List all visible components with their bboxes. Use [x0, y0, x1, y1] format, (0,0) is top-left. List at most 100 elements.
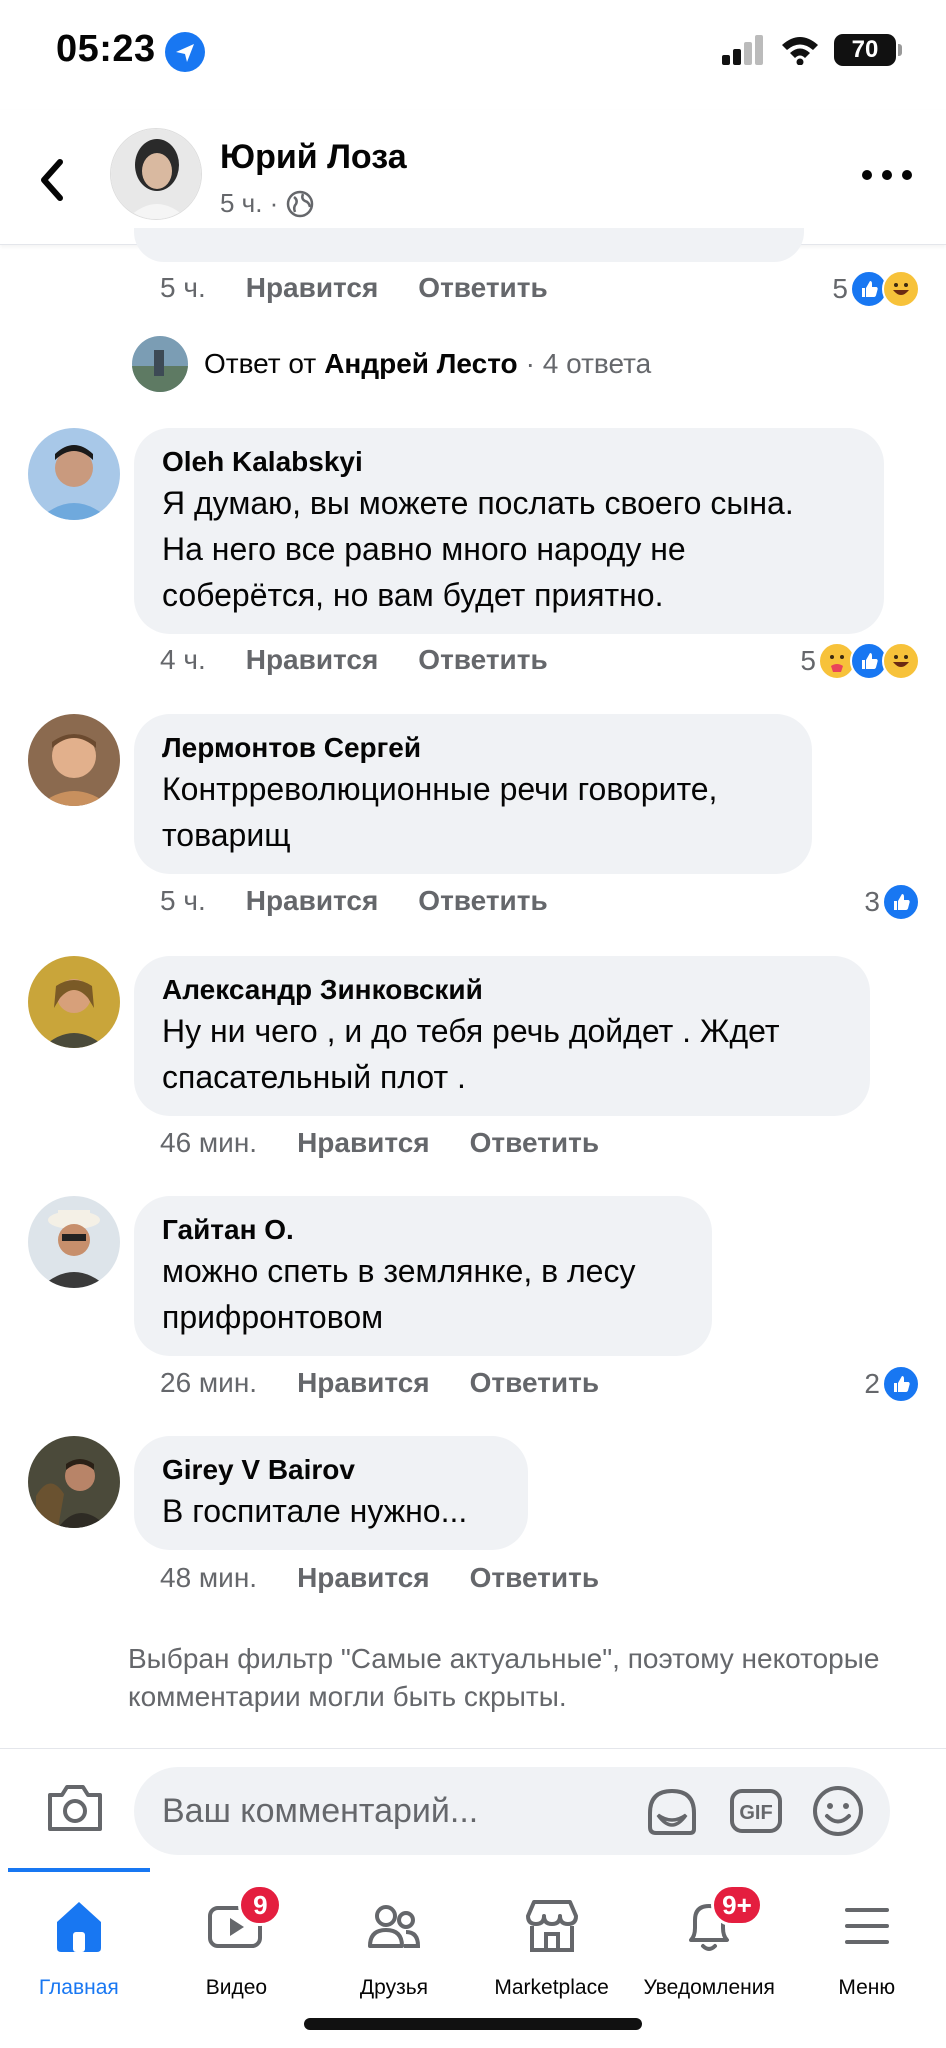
- reactions-summary[interactable]: 2: [864, 1365, 920, 1403]
- author-name[interactable]: Юрий Лоза: [220, 138, 407, 177]
- reactions-summary[interactable]: 3: [864, 883, 920, 921]
- video-badge: 9: [238, 1884, 283, 1926]
- comment-time: 5 ч.: [160, 272, 206, 303]
- comment-bubble: Гайтан О. можно спеть в землянке, в лесу…: [134, 1196, 712, 1356]
- status-time: 05:23: [56, 28, 156, 70]
- like-button[interactable]: Нравится: [246, 644, 379, 676]
- comment-time: 5 ч.: [160, 885, 206, 916]
- nav-video[interactable]: 9 Видео: [158, 1872, 316, 2048]
- comment-text: Ну ни чего , и до тебя речь дойдет . Жде…: [162, 1013, 780, 1095]
- comment-bubble: Oleh Kalabskyi Я думаю, вы можете послат…: [134, 428, 884, 634]
- comment-text: В госпитале нужно...: [162, 1493, 468, 1529]
- post-time: 5 ч. ·: [220, 188, 279, 218]
- comment-author[interactable]: Гайтан О.: [162, 1212, 684, 1248]
- comment-text: Я думаю, вы можете послать своего сына. …: [162, 485, 794, 613]
- video-icon: 9: [204, 1884, 283, 1958]
- reaction-count: 2: [864, 1368, 880, 1399]
- commenter-avatar[interactable]: [28, 428, 120, 520]
- reactions-summary[interactable]: 5: [832, 270, 920, 308]
- gif-button[interactable]: GIF: [728, 1783, 784, 1839]
- reaction-count: 3: [864, 886, 880, 917]
- comment-author[interactable]: Александр Зинковский: [162, 972, 842, 1008]
- comment-author[interactable]: Girey V Bairov: [162, 1452, 500, 1488]
- haha-reaction-icon: [882, 270, 920, 308]
- more-options-button[interactable]: [862, 160, 912, 190]
- like-reaction-icon: [882, 1365, 920, 1403]
- battery-level: 70: [851, 36, 879, 63]
- reply-button[interactable]: Ответить: [470, 1127, 599, 1159]
- nav-label: Видео: [205, 1976, 268, 1999]
- reply-button[interactable]: Ответить: [418, 644, 547, 676]
- commenter-avatar[interactable]: [28, 714, 120, 806]
- reply-button[interactable]: Ответить: [418, 272, 547, 304]
- comment-bubble: Лермонтов Сергей Контрреволюционные речи…: [134, 714, 812, 874]
- comment-text: можно спеть в землянке, в лесу прифронто…: [162, 1253, 636, 1335]
- wifi-icon: [782, 37, 818, 65]
- reply-button[interactable]: Ответить: [470, 1367, 599, 1399]
- camera-icon: [48, 1785, 102, 1831]
- status-bar: 05:23 70: [0, 0, 946, 100]
- notifications-badge: 9+: [711, 1884, 763, 1926]
- comment-time: 4 ч.: [160, 644, 206, 675]
- comment-actions: 46 мин. Нравится Ответить: [160, 1127, 639, 1159]
- nav-notifications[interactable]: 9+ Уведомления: [630, 1872, 788, 2048]
- comment-actions: 5 ч. Нравится Ответить: [160, 885, 588, 917]
- comment-actions: 5 ч. Нравится Ответить: [160, 272, 588, 304]
- menu-icon: [835, 1894, 899, 1958]
- svg-text:GIF: GIF: [739, 1802, 772, 1824]
- comment-input-placeholder: Ваш комментарий...: [162, 1791, 479, 1830]
- previous-comment-bubble: [134, 228, 804, 262]
- avatar-sticker-button[interactable]: [644, 1783, 700, 1839]
- reaction-count: 5: [800, 645, 816, 676]
- reply-button[interactable]: Ответить: [418, 885, 547, 917]
- view-replies-link[interactable]: Ответ от Андрей Лесто · 4 ответа: [132, 336, 651, 392]
- bell-icon: 9+: [677, 1884, 763, 1958]
- location-arrow-icon: [165, 32, 205, 72]
- commenter-avatar[interactable]: [28, 1196, 120, 1288]
- post-header: Юрий Лоза 5 ч. ·: [0, 110, 946, 245]
- comment-time: 46 мин.: [160, 1127, 258, 1158]
- like-reaction-icon: [882, 883, 920, 921]
- marketplace-icon: [520, 1894, 584, 1958]
- haha-reaction-icon: [882, 642, 920, 680]
- comment-time: 26 мин.: [160, 1367, 258, 1398]
- comment-bubble: Александр Зинковский Ну ни чего , и до т…: [134, 956, 870, 1116]
- comment-composer: Ваш комментарий... GIF: [0, 1748, 946, 1868]
- comment-time: 48 мин.: [160, 1562, 258, 1593]
- nav-label: Меню: [838, 1976, 896, 1999]
- nav-label: Уведомления: [643, 1976, 775, 1999]
- nav-label: Друзья: [359, 1976, 429, 1999]
- chevron-left-icon: [41, 159, 63, 201]
- like-button[interactable]: Нравится: [246, 272, 379, 304]
- comment-actions: 48 мин. Нравится Ответить: [160, 1562, 639, 1594]
- nav-label: Главная: [38, 1976, 119, 1999]
- nav-home[interactable]: Главная: [0, 1872, 158, 2048]
- reply-count: · 4 ответа: [525, 348, 652, 379]
- emoji-button[interactable]: [810, 1783, 866, 1839]
- comment-actions: 4 ч. Нравится Ответить: [160, 644, 588, 676]
- friends-icon: [362, 1894, 426, 1958]
- back-button[interactable]: [28, 150, 78, 210]
- reply-button[interactable]: Ответить: [470, 1562, 599, 1594]
- filter-notice: Выбран фильтр "Самые актуальные", поэтом…: [128, 1643, 880, 1712]
- like-button[interactable]: Нравится: [246, 885, 379, 917]
- nav-menu[interactable]: Меню: [788, 1872, 946, 2048]
- like-button[interactable]: Нравится: [297, 1562, 430, 1594]
- globe-icon: [287, 190, 314, 217]
- battery-icon: 70: [834, 34, 902, 66]
- like-button[interactable]: Нравится: [297, 1127, 430, 1159]
- comment-actions: 26 мин. Нравится Ответить: [160, 1367, 639, 1399]
- author-avatar[interactable]: [110, 128, 202, 220]
- post-meta: 5 ч. ·: [220, 188, 314, 219]
- comment-bubble: Girey V Bairov В госпитале нужно...: [134, 1436, 528, 1550]
- smiley-icon: [813, 1786, 863, 1836]
- comment-author[interactable]: Oleh Kalabskyi: [162, 444, 856, 480]
- commenter-avatar[interactable]: [28, 956, 120, 1048]
- reactions-summary[interactable]: 5: [800, 642, 920, 680]
- like-button[interactable]: Нравится: [297, 1367, 430, 1399]
- sticker-icon: [648, 1788, 696, 1835]
- camera-button[interactable]: [46, 1783, 104, 1833]
- reply-author: Андрей Лесто: [324, 348, 518, 379]
- comment-author[interactable]: Лермонтов Сергей: [162, 730, 784, 766]
- commenter-avatar[interactable]: [28, 1436, 120, 1528]
